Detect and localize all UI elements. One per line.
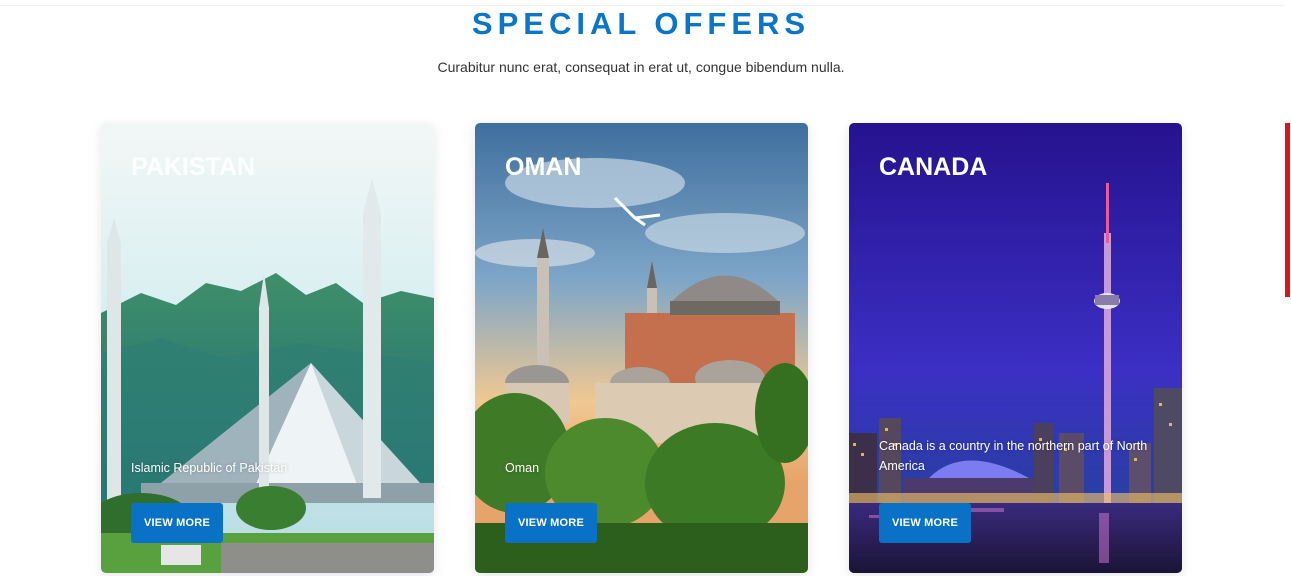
offer-card-canada[interactable]: CANADA Canada is a country in the northe… (849, 123, 1182, 573)
view-more-button[interactable]: VIEW MORE (131, 503, 223, 543)
offer-title: PAKISTAN (131, 153, 256, 181)
offer-card-oman[interactable]: OMAN Oman VIEW MORE (475, 123, 808, 573)
offer-description: Oman (505, 461, 540, 475)
special-offers-page: SPECIAL OFFERS Curabitur nunc erat, cons… (0, 0, 1291, 576)
offer-title: CANADA (879, 153, 988, 181)
offer-card-pakistan[interactable]: PAKISTAN Islamic Republic of Pakistan VI… (101, 123, 434, 573)
section-title: SPECIAL OFFERS (471, 6, 811, 41)
view-more-button[interactable]: VIEW MORE (879, 503, 971, 543)
section-subtitle: Curabitur nunc erat, consequat in erat u… (437, 59, 845, 75)
offer-description: Canada is a country in the northern part… (879, 439, 1148, 473)
offer-title: OMAN (505, 153, 582, 181)
scroll-indicator[interactable] (1285, 123, 1290, 297)
offer-description: Islamic Republic of Pakistan (131, 461, 288, 475)
view-more-button[interactable]: VIEW MORE (505, 503, 597, 543)
